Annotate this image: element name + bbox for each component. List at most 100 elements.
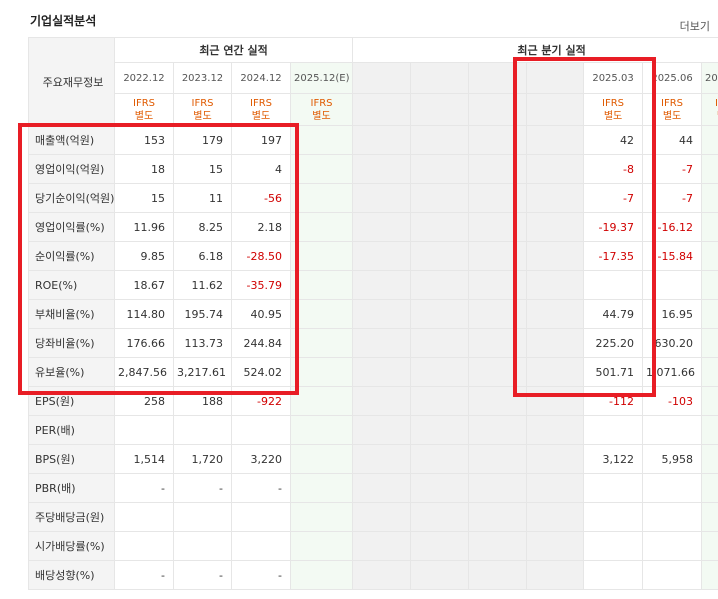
quarter-value-cell: -8	[583, 154, 644, 184]
quarter-value-cell	[701, 531, 718, 561]
quarter-value-cell: 501.71	[583, 357, 644, 387]
annual-value-cell: 11.96	[114, 212, 174, 242]
table-row: 유보율(%) 2,847.56 3,217.61 524.02 501.71 1,071.…	[28, 357, 718, 387]
annual-value-cell	[289, 183, 354, 213]
table-row: 시가배당률(%)	[28, 531, 718, 561]
quarter-value-cell	[526, 415, 585, 445]
annual-value-cell	[114, 502, 174, 532]
quarter-period-1	[410, 62, 470, 94]
row-label: 당좌비율(%)	[28, 328, 115, 358]
annual-ifrs-1: IFRS 별도	[173, 93, 232, 126]
quarter-value-cell	[468, 270, 528, 300]
quarter-value-cell: -16.12	[642, 212, 703, 242]
quarter-value-cell	[526, 183, 585, 213]
quarter-value-cell	[410, 328, 470, 358]
quarter-ifrs-5: IFRS 별도	[642, 93, 703, 126]
quarter-value-cell: 1,071.66	[642, 357, 703, 387]
annual-ifrs-0: IFRS 별도	[114, 93, 174, 126]
quarter-value-cell	[642, 473, 703, 503]
quarter-ifrs-1	[410, 93, 470, 126]
annual-value-cell	[114, 415, 174, 445]
quarter-value-cell	[701, 270, 718, 300]
annual-value-cell	[289, 154, 354, 184]
quarter-value-cell	[701, 125, 718, 155]
quarter-value-cell	[468, 386, 528, 416]
quarter-value-cell: 44.79	[583, 299, 644, 329]
annual-value-cell: -	[231, 473, 291, 503]
annual-value-cell: -28.50	[231, 241, 291, 271]
table-row: 당좌비율(%) 176.66 113.73 244.84 225.20 630.20	[28, 328, 718, 358]
quarter-value-cell	[410, 125, 470, 155]
ifrs-basis: 별도	[251, 110, 271, 122]
ifrs-basis: 별도	[705, 110, 718, 123]
quarter-value-cell	[526, 212, 585, 242]
quarter-value-cell	[352, 270, 412, 300]
quarter-value-cell	[468, 212, 528, 242]
annual-value-cell	[289, 357, 354, 387]
row-label: 영업이익(억원)	[28, 154, 115, 184]
quarter-value-cell	[701, 473, 718, 503]
annual-value-cell: 11	[173, 183, 232, 213]
quarter-value-cell	[583, 473, 644, 503]
quarter-value-cell	[701, 154, 718, 184]
table-row: 순이익률(%) 9.85 6.18 -28.50 -17.35 -15.84	[28, 241, 718, 271]
quarter-value-cell	[526, 357, 585, 387]
quarter-value-cell	[410, 357, 470, 387]
annual-value-cell: 40.95	[231, 299, 291, 329]
quarter-value-cell	[701, 415, 718, 445]
quarter-value-cell	[352, 502, 412, 532]
more-link[interactable]: 더보기	[680, 18, 710, 34]
quarter-value-cell	[526, 531, 585, 561]
annual-value-cell: 195.74	[173, 299, 232, 329]
quarter-value-cell	[468, 444, 528, 474]
table-row: 주당배당금(원)	[28, 502, 718, 532]
ifrs-label: IFRS	[661, 97, 684, 109]
annual-value-cell	[173, 531, 232, 561]
annual-value-cell	[289, 560, 354, 590]
quarter-value-cell	[583, 415, 644, 445]
annual-value-cell	[289, 531, 354, 561]
quarter-value-cell	[526, 473, 585, 503]
annual-value-cell	[289, 299, 354, 329]
ifrs-label: IFRS	[250, 97, 272, 109]
quarter-value-cell: -7	[642, 154, 703, 184]
annual-value-cell	[289, 270, 354, 300]
annual-value-cell: 113.73	[173, 328, 232, 358]
annual-value-cell: 9.85	[114, 241, 174, 271]
quarter-value-cell: -7	[583, 183, 644, 213]
quarter-ifrs-3	[526, 93, 585, 126]
annual-value-cell: 244.84	[231, 328, 291, 358]
quarter-value-cell	[352, 415, 412, 445]
annual-group-header: 최근 연간 실적	[113, 37, 354, 63]
annual-value-cell: 188	[173, 386, 232, 416]
ifrs-label: IFRS	[133, 97, 155, 109]
quarter-value-cell: -19.37	[583, 212, 644, 242]
row-label: 시가배당률(%)	[28, 531, 115, 561]
quarter-value-cell	[642, 531, 703, 561]
quarter-ifrs-0	[352, 93, 412, 126]
quarter-value-cell	[410, 560, 470, 590]
annual-value-cell	[289, 415, 354, 445]
quarter-value-cell	[526, 502, 585, 532]
quarter-value-cell	[642, 502, 703, 532]
quarter-value-cell	[526, 444, 585, 474]
quarter-value-cell: -103	[642, 386, 703, 416]
table-row: 당기순이익(억원) 15 11 -56 -7 -7	[28, 183, 718, 213]
annual-value-cell: 15	[114, 183, 174, 213]
annual-value-cell: -	[173, 473, 232, 503]
quarter-value-cell	[701, 357, 718, 387]
annual-period-0: 2022.12	[114, 62, 174, 94]
quarter-value-cell	[410, 531, 470, 561]
quarter-value-cell	[526, 241, 585, 271]
annual-value-cell: 4	[231, 154, 291, 184]
ifrs-label: IFRS	[191, 97, 214, 109]
annual-value-cell: 3,220	[231, 444, 291, 474]
table-row: 부채비율(%) 114.80 195.74 40.95 44.79 16.95	[28, 299, 718, 329]
quarter-value-cell	[352, 212, 412, 242]
quarter-value-cell	[642, 415, 703, 445]
annual-value-cell: -	[114, 473, 174, 503]
quarter-ifrs-4: IFRS 별도	[583, 93, 644, 126]
quarter-value-cell	[352, 154, 412, 184]
quarter-value-cell: 630.20	[642, 328, 703, 358]
ifrs-label: IFRS	[602, 97, 625, 109]
